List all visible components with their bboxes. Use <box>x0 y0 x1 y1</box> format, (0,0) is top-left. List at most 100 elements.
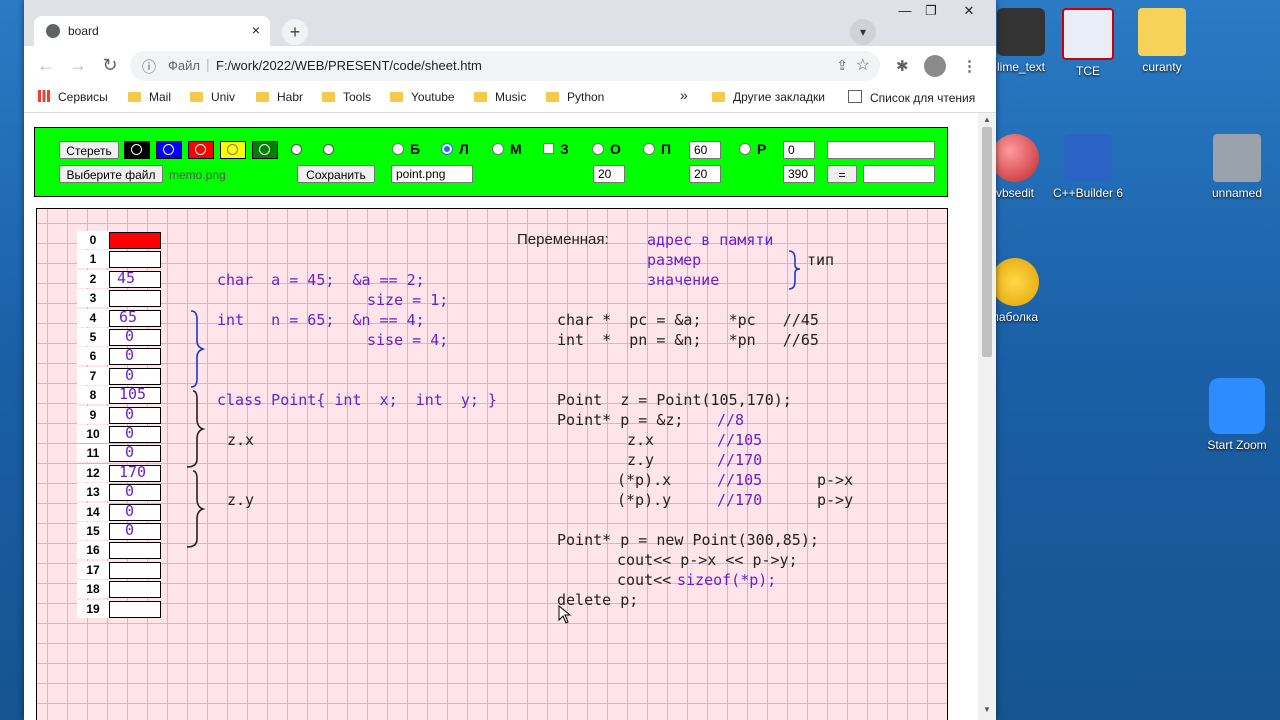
folder-icon <box>546 92 559 102</box>
browser-window: board × + ▾ — ❐ ✕ ← → ↻ ⓘ Файл | F:/work… <box>24 0 996 720</box>
color-swatch-yellow[interactable] <box>220 141 246 159</box>
code-int-size: sise = 4; <box>367 331 449 349</box>
p-bottom-input[interactable]: 20 <box>689 165 721 183</box>
back-icon[interactable]: ← <box>34 54 58 78</box>
text-top-input[interactable] <box>827 141 935 159</box>
code-zy-label: z.y <box>227 491 255 509</box>
profile-avatar[interactable] <box>924 55 946 77</box>
more-bookmarks-icon[interactable]: » <box>680 87 688 103</box>
memory-value: 0 <box>125 346 135 365</box>
info-icon[interactable]: ⓘ <box>142 57 156 77</box>
memory-value: 0 <box>125 404 135 423</box>
memory-cell <box>109 232 161 249</box>
choose-file-button[interactable]: Выберите файл <box>59 165 163 183</box>
page-scrollbar[interactable]: ▲ ▼ <box>978 113 996 720</box>
tab-search-button[interactable]: ▾ <box>850 19 876 45</box>
color-swatch-red[interactable] <box>188 141 214 159</box>
tab-board[interactable]: board × <box>34 16 270 46</box>
scroll-down-icon[interactable]: ▼ <box>983 705 991 714</box>
code-int-line: int n = 65; &n == 4; <box>217 311 425 329</box>
smiley-icon <box>991 258 1039 306</box>
color-swatch-black[interactable] <box>124 141 150 159</box>
color-swatch-green[interactable] <box>252 141 278 159</box>
bookmark-mail[interactable]: Mail <box>128 90 171 104</box>
memory-index: 9 <box>77 405 109 424</box>
header-address: адрес в памяти <box>647 231 774 249</box>
desktop-icon-curanty[interactable]: curanty <box>1117 8 1207 74</box>
text-bottom-input[interactable] <box>863 165 935 183</box>
memory-index: 16 <box>77 541 109 560</box>
mode-radio-l[interactable] <box>441 143 453 155</box>
file-name: memo.png <box>169 168 226 182</box>
bookmark-habr[interactable]: Habr <box>256 90 303 104</box>
menu-icon[interactable]: ⋮ <box>962 57 977 75</box>
bookmark-star-icon[interactable]: ☆ <box>856 55 870 75</box>
memory-cell <box>109 600 161 618</box>
save-button[interactable]: Сохранить <box>297 165 375 183</box>
mode-label-b: Б <box>410 141 421 157</box>
mode-label-p: П <box>661 141 672 157</box>
scrollbar-thumb[interactable] <box>982 127 992 357</box>
mode-radio-p[interactable] <box>643 143 655 155</box>
mode-radio-m[interactable] <box>492 143 504 155</box>
desktop-icon-cpp-builder[interactable]: C++Builder 6 <box>1043 134 1133 200</box>
address-scheme: Файл <box>168 58 200 73</box>
o-input[interactable]: 20 <box>593 165 625 183</box>
close-tab-icon[interactable]: × <box>252 22 260 38</box>
bookmark-services[interactable]: Сервисы <box>38 90 108 104</box>
bookmark-univ[interactable]: Univ <box>190 90 235 104</box>
address-separator: | <box>206 56 210 72</box>
new-tab-button[interactable]: + <box>282 19 308 45</box>
memory-cell <box>109 561 161 579</box>
bookmark-tools[interactable]: Tools <box>322 90 371 104</box>
scroll-up-icon[interactable]: ▲ <box>983 115 991 124</box>
bookmark-youtube[interactable]: Youtube <box>390 90 455 104</box>
desktop-icon-unnamed[interactable]: unnamed <box>1192 134 1280 200</box>
bookmark-music[interactable]: Music <box>474 90 526 104</box>
memory-index: 15 <box>77 522 109 540</box>
r-bottom-input[interactable]: 390 <box>783 165 815 183</box>
code-zy-comment: //170 <box>717 451 763 469</box>
int-brace <box>190 310 206 388</box>
erase-button[interactable]: Стереть <box>59 141 119 159</box>
bookmark-python[interactable]: Python <box>546 90 604 104</box>
mode-radio-o[interactable] <box>592 143 604 155</box>
memory-index: 11 <box>77 444 109 463</box>
p-top-input[interactable]: 60 <box>689 141 721 159</box>
memory-cell <box>109 426 161 443</box>
restore-button[interactable]: ❐ <box>918 2 944 22</box>
mode-radio-r[interactable] <box>739 143 751 155</box>
close-window-button[interactable]: ✕ <box>956 2 982 22</box>
minimize-button[interactable]: — <box>892 2 918 22</box>
r-top-input[interactable]: 0 <box>783 141 815 159</box>
mode-checkbox-z[interactable] <box>543 143 554 154</box>
mode-label-m: М <box>510 141 522 157</box>
header-variable-label: Переменная: <box>517 231 609 248</box>
memory-index: 6 <box>77 347 109 366</box>
memory-value: 0 <box>125 424 135 442</box>
address-url[interactable]: F:/work/2022/WEB/PRESENT/code/sheet.htm <box>216 58 482 73</box>
folder-icon <box>712 92 725 102</box>
mode-radio-b[interactable] <box>392 143 404 155</box>
other-bookmarks[interactable]: Другие закладки <box>712 90 825 104</box>
memory-index: 4 <box>77 308 109 327</box>
drawing-board[interactable]: 0 1 2 45 3 4 65 5 0 6 0 7 0 8 105 9 0 10 0 11 0 12 170 13 0 14 0 15… <box>36 208 948 720</box>
color-swatch-white-1[interactable] <box>284 141 310 159</box>
memory-cell <box>109 290 161 308</box>
memory-value: 105 <box>119 385 147 404</box>
memory-cell <box>109 367 161 385</box>
memory-index: 12 <box>77 463 109 482</box>
share-icon[interactable]: ⇪ <box>836 57 848 74</box>
color-swatch-white-2[interactable] <box>316 141 342 159</box>
equals-button[interactable]: = <box>827 165 857 183</box>
reading-list[interactable]: Список для чтения <box>848 90 975 105</box>
memory-value: 170 <box>119 462 147 481</box>
save-filename-input[interactable]: point.png <box>391 165 473 183</box>
address-bar[interactable]: ⓘ Файл | F:/work/2022/WEB/PRESENT/code/s… <box>130 51 880 81</box>
extensions-icon[interactable]: ✱ <box>896 57 909 75</box>
code-py-arrow: p->y <box>817 491 854 509</box>
color-swatch-blue[interactable] <box>156 141 182 159</box>
forward-icon[interactable]: → <box>66 54 90 78</box>
desktop-icon-start-zoom[interactable]: Start Zoom <box>1192 378 1280 452</box>
reload-icon[interactable]: ↻ <box>98 54 122 78</box>
